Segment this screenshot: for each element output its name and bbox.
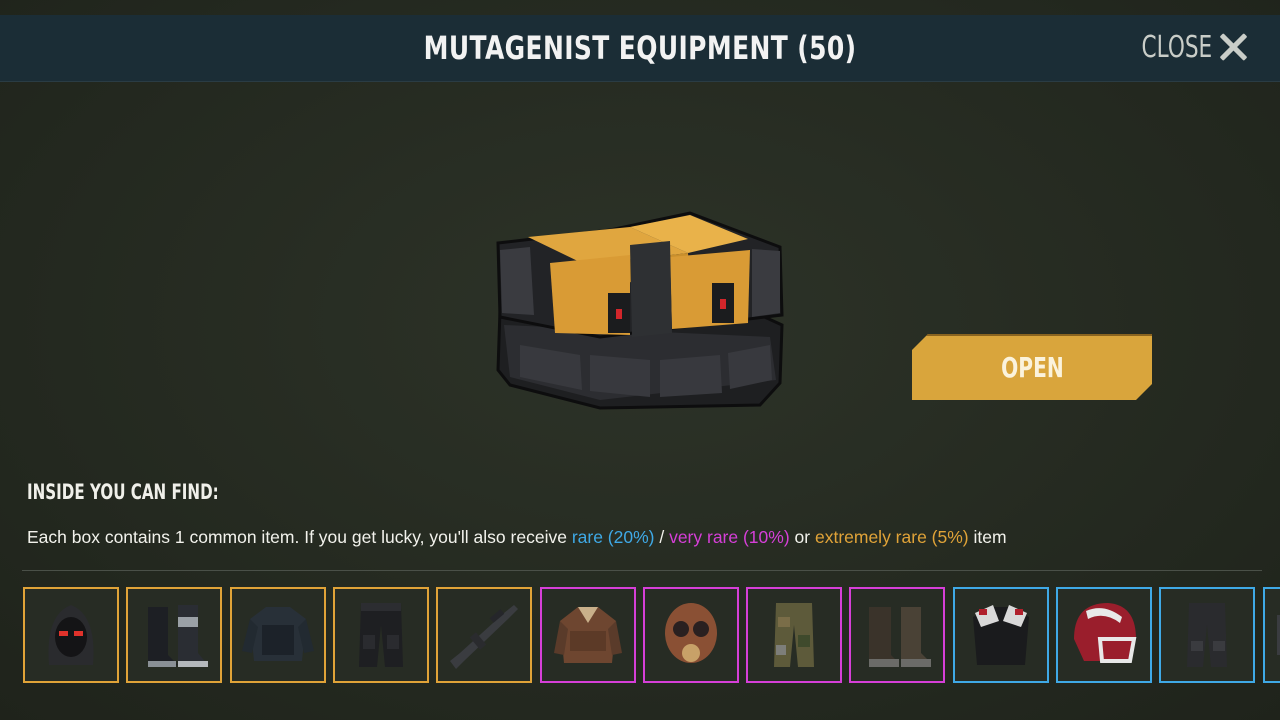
partial-item-icon xyxy=(1276,615,1280,655)
camo-pants-icon xyxy=(774,603,815,667)
football-pads-icon xyxy=(972,605,1029,665)
header-bar: MUTAGENIST EQUIPMENT (50) CLOSE xyxy=(0,15,1280,82)
item-slot[interactable] xyxy=(436,587,533,683)
equipment-crate-icon xyxy=(496,211,784,410)
item-slot[interactable] xyxy=(126,587,223,683)
rare-chance: rare (20%) xyxy=(571,527,655,547)
item-strip xyxy=(23,587,1280,685)
leather-jacket-icon xyxy=(553,607,622,663)
gas-mask-icon xyxy=(664,603,717,663)
close-label: CLOSE xyxy=(1141,29,1212,65)
boots-icon xyxy=(148,605,209,667)
open-button-label: OPEN xyxy=(1000,350,1064,384)
rifle-icon xyxy=(450,605,519,669)
item-slot[interactable] xyxy=(849,587,946,683)
drop-description: Each box contains 1 common item. If you … xyxy=(27,527,1007,548)
item-slot[interactable] xyxy=(332,587,429,683)
description-prefix: Each box contains 1 common item. If you … xyxy=(27,527,572,547)
open-button[interactable]: OPEN xyxy=(912,334,1152,400)
item-slot[interactable] xyxy=(229,587,326,683)
item-slot[interactable] xyxy=(952,587,1049,683)
item-slot[interactable] xyxy=(1159,587,1256,683)
item-slot[interactable] xyxy=(23,587,119,683)
very-rare-chance: very rare (10%) xyxy=(669,527,790,547)
inside-heading: INSIDE YOU CAN FIND: xyxy=(27,480,219,504)
separator-slash: / xyxy=(654,527,670,547)
item-slot[interactable] xyxy=(746,587,843,683)
close-icon xyxy=(1218,32,1248,62)
extremely-rare-chance: extremely rare (5%) xyxy=(814,527,969,547)
description-suffix: item xyxy=(968,527,1007,547)
item-slot[interactable] xyxy=(1262,587,1280,683)
close-button[interactable]: CLOSE xyxy=(1114,27,1248,67)
page-title: MUTAGENIST EQUIPMENT (50) xyxy=(423,29,857,67)
armored-jacket-icon xyxy=(241,607,314,661)
item-slot[interactable] xyxy=(1056,587,1152,683)
separator-or: or xyxy=(789,527,815,547)
divider xyxy=(22,570,1262,571)
hooded-mask-icon xyxy=(48,605,94,665)
dark-pants-icon xyxy=(1187,603,1228,667)
combat-boots-icon xyxy=(869,607,932,667)
item-slot[interactable] xyxy=(539,587,636,683)
tactical-pants-icon xyxy=(358,603,403,667)
item-slot[interactable] xyxy=(642,587,739,683)
football-helmet-icon xyxy=(1074,603,1137,663)
